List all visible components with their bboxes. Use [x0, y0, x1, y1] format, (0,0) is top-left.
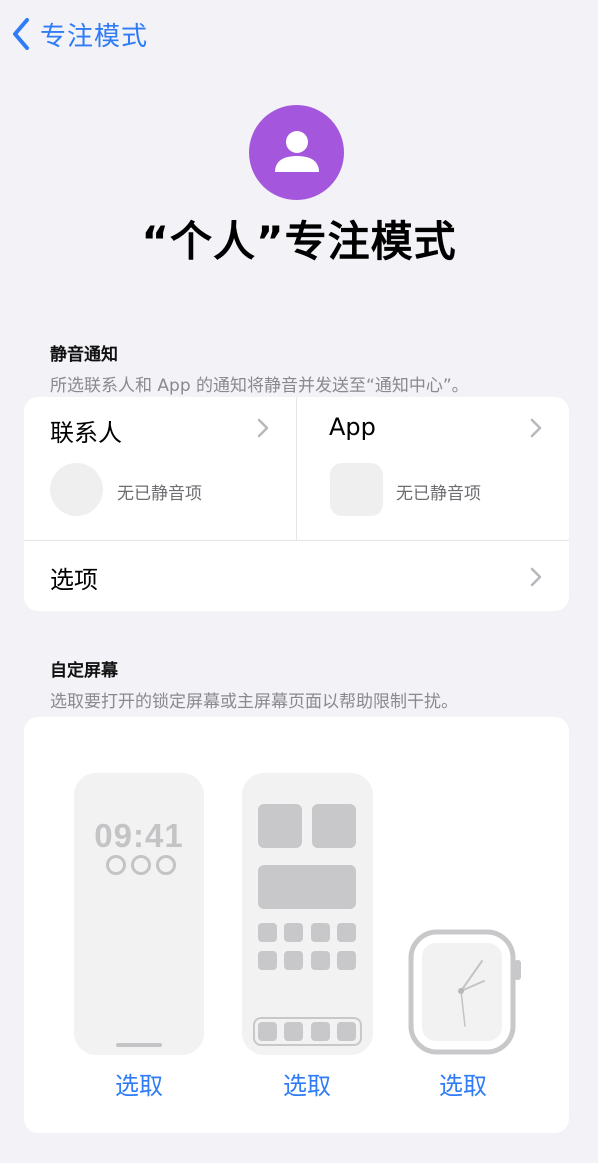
- section-subtitle: 选取要打开的锁定屏幕或主屏幕页面以帮助限制干扰。: [50, 692, 458, 712]
- widget-dots: [106, 855, 176, 875]
- app-icon: [284, 951, 303, 970]
- home-screen-preview[interactable]: [242, 773, 373, 1055]
- dock-icon: [258, 1022, 277, 1041]
- dock-icon: [337, 1022, 356, 1041]
- apps-empty-text: 无已静音项: [396, 484, 481, 504]
- app-icon: [337, 951, 356, 970]
- choose-watch-face-button[interactable]: 选取: [423, 1066, 503, 1101]
- chevron-left-icon: [13, 18, 29, 50]
- lock-screen-preview[interactable]: 09:41: [74, 773, 204, 1055]
- watch-face-preview[interactable]: [408, 929, 524, 1059]
- chevron-right-icon: [530, 567, 542, 587]
- choose-lock-screen-button[interactable]: 选取: [99, 1066, 179, 1101]
- app-icon: [311, 951, 330, 970]
- app-icon: [284, 923, 303, 942]
- app-icon: [311, 923, 330, 942]
- app-icon: [258, 923, 277, 942]
- people-label: 联系人: [50, 419, 122, 447]
- chevron-right-icon: [530, 418, 542, 438]
- section-title: 静音通知: [50, 345, 118, 365]
- people-empty-text: 无已静音项: [117, 484, 202, 504]
- apps-label: App: [329, 413, 376, 441]
- navigation-bar: 专注模式: [0, 0, 598, 70]
- widget-dot: [131, 855, 151, 875]
- section-subtitle: 所选联系人和 App 的通知将静音并发送至“通知中心”。: [50, 376, 469, 396]
- widget-dot: [106, 855, 126, 875]
- page-title: “个人”专注模式: [141, 217, 457, 266]
- back-button[interactable]: 专注模式: [10, 16, 148, 52]
- dock: [253, 1017, 362, 1046]
- widget-small: [258, 804, 302, 848]
- widget-wide: [258, 865, 356, 909]
- app-icon: [258, 951, 277, 970]
- contact-placeholder: [50, 463, 103, 516]
- app-placeholder: [330, 463, 383, 516]
- silence-card: 联系人 无已静音项 App 无已静音项 选项: [24, 397, 569, 611]
- dock-icon: [284, 1022, 303, 1041]
- app-icon: [337, 923, 356, 942]
- lock-screen-time: 09:41: [94, 817, 184, 854]
- silence-section-header: 静音通知 所选联系人和 App 的通知将静音并发送至“通知中心”。: [50, 340, 469, 396]
- screens-card: 09:41 选取 选取 选取: [24, 717, 569, 1133]
- section-title: 自定屏幕: [50, 661, 118, 681]
- chevron-right-icon: [257, 418, 269, 438]
- options-row[interactable]: 选项: [24, 541, 569, 611]
- apps-cell[interactable]: App 无已静音项: [297, 397, 569, 540]
- screens-section-header: 自定屏幕 选取要打开的锁定屏幕或主屏幕页面以帮助限制干扰。: [50, 656, 458, 712]
- dock-icon: [311, 1022, 330, 1041]
- focus-avatar: [249, 105, 344, 200]
- people-cell[interactable]: 联系人 无已静音项: [24, 397, 296, 540]
- widget-small: [312, 804, 356, 848]
- choose-home-screen-button[interactable]: 选取: [267, 1066, 347, 1101]
- home-indicator: [116, 1043, 162, 1047]
- person-icon: [274, 130, 319, 172]
- options-label: 选项: [50, 566, 98, 594]
- widget-dot: [156, 855, 176, 875]
- back-label: 专注模式: [40, 21, 149, 52]
